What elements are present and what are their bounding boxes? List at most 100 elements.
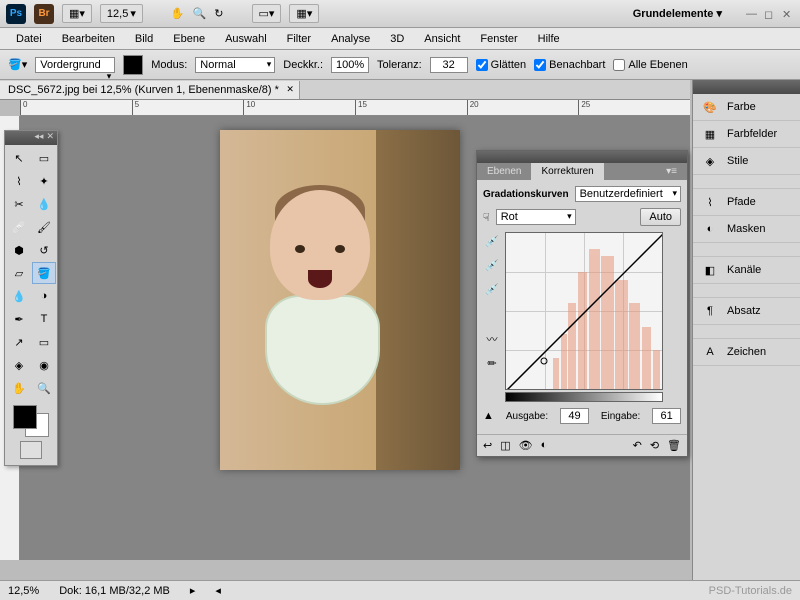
menu-auswahl[interactable]: Auswahl [217, 30, 275, 48]
workspace-switcher[interactable]: Grundelemente ▾ [625, 3, 730, 24]
curve-pencil-tool-icon[interactable]: ✏ [483, 354, 501, 372]
color-swatch[interactable] [11, 405, 51, 437]
zoom-level-dropdown[interactable]: 12,5 ▾ [100, 4, 143, 23]
type-tool[interactable]: T [32, 308, 56, 330]
shape-tool[interactable]: ▭ [32, 331, 56, 353]
pencil-icon[interactable]: ▲ [483, 410, 494, 422]
foreground-color[interactable] [13, 405, 37, 429]
tab-close-icon[interactable]: ✕ [286, 84, 294, 95]
document-image [220, 130, 460, 470]
preset-dropdown[interactable]: Benutzerdefiniert [575, 186, 681, 202]
fill-source-dropdown[interactable]: Vordergrund [35, 57, 115, 73]
menu-bild[interactable]: Bild [127, 30, 161, 48]
menu-ansicht[interactable]: Ansicht [416, 30, 468, 48]
menu-hilfe[interactable]: Hilfe [530, 30, 568, 48]
panel-pfade[interactable]: ⌇Pfade [693, 189, 800, 216]
hand-tool[interactable]: ✋ [7, 377, 31, 399]
zoom-tool-icon[interactable]: 🔍 [193, 7, 207, 20]
clip-icon[interactable]: ◐ [541, 439, 548, 452]
blend-mode-dropdown[interactable]: Normal [195, 57, 275, 73]
channel-dropdown[interactable]: Rot [496, 209, 576, 225]
input-gradient[interactable] [505, 392, 663, 402]
eraser-tool[interactable]: ▱ [7, 262, 31, 284]
bucket-tool-icon[interactable]: 🪣▾ [8, 58, 27, 71]
menu-ebene[interactable]: Ebene [165, 30, 213, 48]
contiguous-checkbox[interactable]: Benachbart [534, 59, 605, 71]
reset-icon[interactable]: ⟲ [650, 439, 659, 452]
move-tool[interactable]: ↖ [7, 147, 31, 169]
delete-icon[interactable]: 🗑 [667, 439, 681, 452]
menu-bearbeiten[interactable]: Bearbeiten [54, 30, 123, 48]
input-input[interactable]: 61 [652, 408, 681, 424]
lasso-tool[interactable]: ⌇ [7, 170, 31, 192]
all-layers-checkbox[interactable]: Alle Ebenen [613, 59, 687, 71]
return-icon[interactable]: ↩ [483, 439, 492, 452]
wand-tool[interactable]: ✦ [32, 170, 56, 192]
opacity-input[interactable]: 100% [331, 57, 369, 73]
curve-graph[interactable] [505, 232, 663, 390]
crop-tool[interactable]: ✂ [7, 193, 31, 215]
menu-datei[interactable]: Datei [8, 30, 50, 48]
panel-masken[interactable]: ◐Masken [693, 216, 800, 243]
layout-button[interactable]: ▦▾ [62, 4, 92, 23]
history-brush-tool[interactable]: ↺ [32, 239, 56, 261]
visibility-icon[interactable]: 👁 [519, 439, 533, 452]
eyedropper-white-icon[interactable]: 💉 [483, 280, 501, 298]
pattern-swatch[interactable] [123, 55, 143, 75]
dodge-tool[interactable]: ◑ [32, 285, 56, 307]
panel-farbe[interactable]: 🎨Farbe [693, 94, 800, 121]
panel-drag-handle[interactable] [477, 151, 687, 163]
tolerance-input[interactable]: 32 [430, 57, 468, 73]
panel-menu-icon[interactable]: ▾≡ [656, 163, 687, 180]
pen-tool[interactable]: ✒ [7, 308, 31, 330]
expand-icon[interactable]: ◫ [500, 439, 510, 452]
zoom-display[interactable]: 12,5% [8, 585, 39, 597]
tab-korrekturen[interactable]: Korrekturen [531, 163, 603, 180]
rotate-view-icon[interactable]: ↻ [214, 7, 223, 20]
zoom-tool[interactable]: 🔍 [32, 377, 56, 399]
eyedropper-black-icon[interactable]: 💉 [483, 232, 501, 250]
stamp-tool[interactable]: ⬢ [7, 239, 31, 261]
screen-mode-button[interactable]: ▭▾ [252, 4, 282, 23]
eyedropper-gray-icon[interactable]: 💉 [483, 256, 501, 274]
eyedropper-tool[interactable]: 💧 [32, 193, 56, 215]
marquee-tool[interactable]: ▭ [32, 147, 56, 169]
menu-fenster[interactable]: Fenster [472, 30, 525, 48]
finger-tool-icon[interactable]: ☟ [483, 211, 490, 224]
panel-zeichen[interactable]: AZeichen [693, 339, 800, 366]
antialias-checkbox[interactable]: Glätten [476, 59, 526, 71]
quickmask-button[interactable] [20, 441, 42, 459]
menu-3d[interactable]: 3D [382, 30, 412, 48]
tab-ebenen[interactable]: Ebenen [477, 163, 531, 180]
brush-tool[interactable]: 🖌 [32, 216, 56, 238]
curve-point-tool-icon[interactable]: 〰 [483, 330, 501, 348]
toolbox-close-icon[interactable]: ✕ [46, 131, 54, 145]
auto-button[interactable]: Auto [640, 208, 681, 226]
arrange-button[interactable]: ▦▾ [289, 4, 319, 23]
ps-logo-icon[interactable]: Ps [6, 4, 26, 24]
toolbox-collapse-icon[interactable]: ◂◂ [34, 131, 43, 145]
blur-tool[interactable]: 💧 [7, 285, 31, 307]
panel-farbfelder[interactable]: ▦Farbfelder [693, 121, 800, 148]
panel-stile[interactable]: ◈Stile [693, 148, 800, 175]
character-icon: A [701, 345, 719, 359]
close-icon[interactable]: ✕ [782, 8, 794, 20]
bridge-logo-icon[interactable]: Br [34, 4, 54, 24]
ruler-horizontal[interactable]: 0510152025 [20, 100, 690, 116]
menu-filter[interactable]: Filter [279, 30, 319, 48]
maximize-icon[interactable]: ◻ [764, 8, 776, 20]
panel-kanaele[interactable]: ◧Kanäle [693, 257, 800, 284]
heal-tool[interactable]: 🩹 [7, 216, 31, 238]
3d-camera-tool[interactable]: ◉ [32, 354, 56, 376]
bucket-tool[interactable]: 🪣 [32, 262, 56, 284]
3d-tool[interactable]: ◈ [7, 354, 31, 376]
docsize-display[interactable]: Dok: 16,1 MB/32,2 MB [59, 585, 170, 597]
minimize-icon[interactable]: — [746, 8, 758, 20]
output-input[interactable]: 49 [560, 408, 589, 424]
menu-analyse[interactable]: Analyse [323, 30, 378, 48]
document-tab[interactable]: DSC_5672.jpg bei 12,5% (Kurven 1, Ebenen… [0, 81, 300, 99]
hand-tool-icon[interactable]: ✋ [171, 7, 185, 20]
panel-absatz[interactable]: ¶Absatz [693, 298, 800, 325]
path-select-tool[interactable]: ↗ [7, 331, 31, 353]
previous-icon[interactable]: ↶ [633, 439, 642, 452]
